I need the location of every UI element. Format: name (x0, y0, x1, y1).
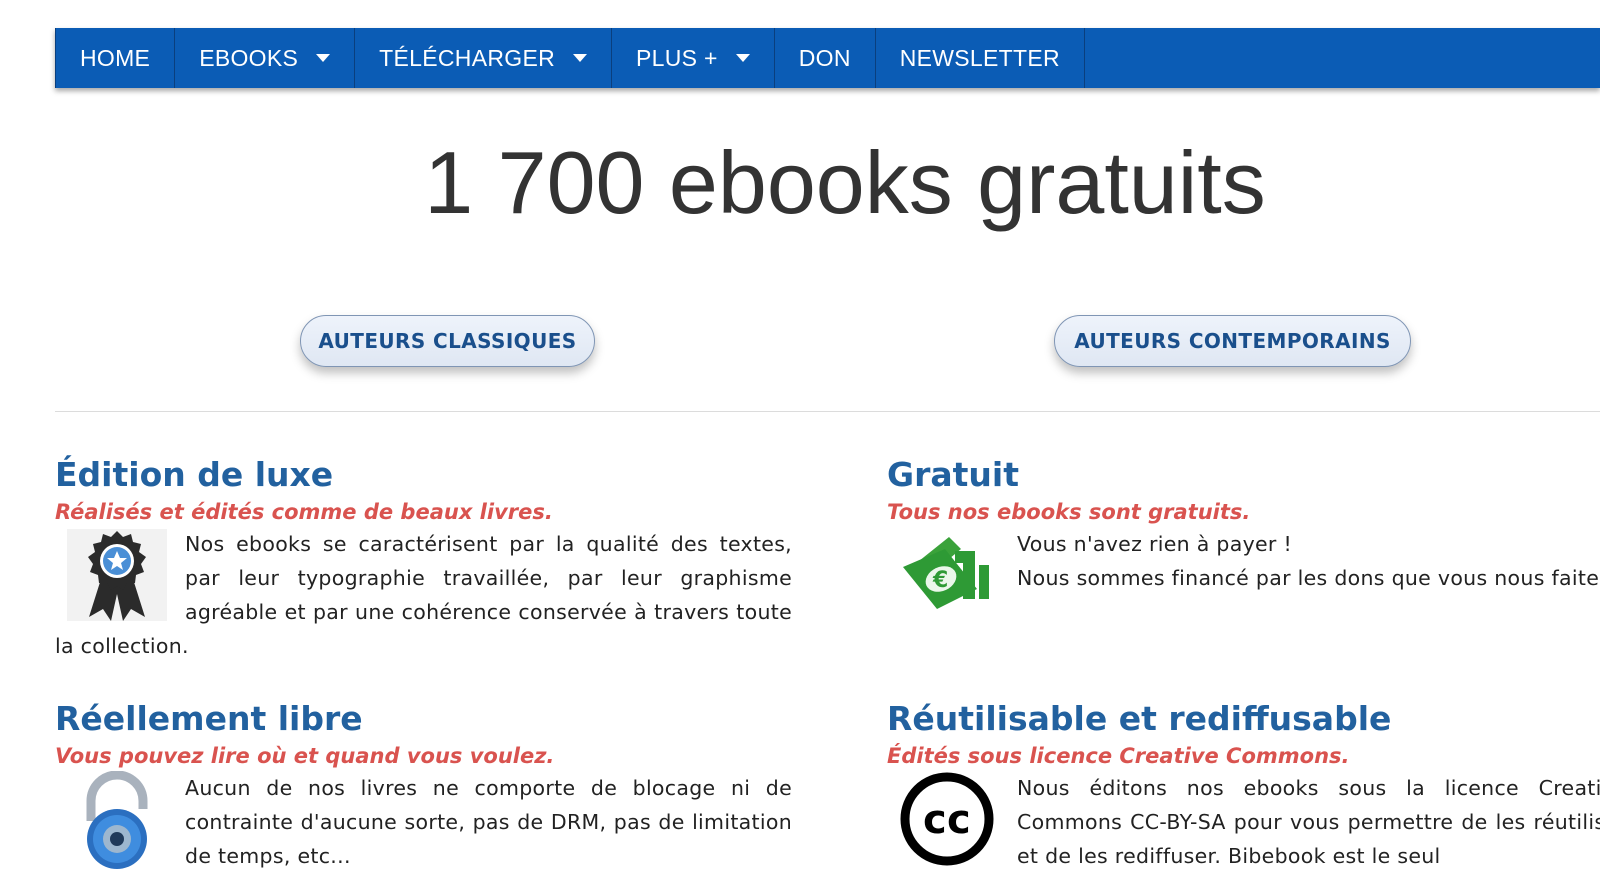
nav-telecharger-label: TÉLÉCHARGER (379, 44, 555, 71)
feature-title: Gratuit (887, 455, 1019, 494)
main-navbar: HOME EBOOKS TÉLÉCHARGER PLUS + DON NEWSL… (55, 28, 1600, 88)
feature-body: Nos ebooks se caractérisent par la quali… (55, 527, 792, 663)
nav-ebooks[interactable]: EBOOKS (175, 28, 356, 88)
caret-down-icon (735, 54, 750, 62)
feature-body: Aucun de nos livres ne comporte de bloca… (55, 771, 792, 873)
euro-money-icon: € (899, 527, 999, 625)
open-padlock-icon (67, 771, 167, 869)
nav-plus-label: PLUS + (636, 44, 718, 71)
svg-text:cc: cc (923, 797, 971, 843)
nav-ebooks-label: EBOOKS (199, 44, 299, 71)
classic-authors-button[interactable]: AUTEURS CLASSIQUES (300, 315, 595, 367)
svg-text:€: € (932, 568, 949, 593)
award-ribbon-icon (67, 527, 167, 625)
feature-reusable: Réutilisable et rediffusable Édités sous… (887, 697, 1600, 873)
nav-home[interactable]: HOME (55, 28, 176, 88)
nav-telecharger[interactable]: TÉLÉCHARGER (355, 28, 612, 88)
nav-home-label: HOME (80, 44, 151, 71)
creative-commons-icon: cc (899, 771, 999, 869)
nav-don-label: DON (798, 44, 851, 71)
feature-subtitle: Tous nos ebooks sont gratuits. (887, 500, 1251, 524)
nav-newsletter-label: NEWSLETTER (899, 44, 1060, 71)
caret-down-icon (573, 54, 587, 62)
page-title: 1 700 ebooks gratuits (424, 133, 1266, 232)
section-divider (55, 411, 1600, 412)
feature-subtitle: Édités sous licence Creative Commons. (887, 744, 1350, 768)
feature-title: Édition de luxe (55, 455, 334, 494)
feature-free: Gratuit Tous nos ebooks sont gratuits. €… (887, 453, 1600, 625)
nav-don[interactable]: DON (775, 28, 876, 88)
caret-down-icon (316, 54, 331, 62)
feature-body: € Vous n'avez rien à payer ! Nous sommes… (887, 527, 1600, 609)
contemporary-authors-button[interactable]: AUTEURS CONTEMPORAINS (1054, 315, 1411, 367)
nav-newsletter[interactable]: NEWSLETTER (876, 28, 1085, 88)
feature-truly-free: Réellement libre Vous pouvez lire où et … (55, 697, 792, 873)
feature-subtitle: Réalisés et édités comme de beaux livres… (55, 500, 553, 524)
feature-title: Réellement libre (55, 699, 363, 738)
feature-title: Réutilisable et rediffusable (887, 699, 1392, 738)
feature-luxe-edition: Édition de luxe Réalisés et édités comme… (55, 453, 792, 663)
feature-body: cc Nous éditons nos ebooks sous la licen… (887, 771, 1600, 873)
nav-plus[interactable]: PLUS + (612, 28, 775, 88)
feature-subtitle: Vous pouvez lire où et quand vous voulez… (55, 744, 555, 768)
